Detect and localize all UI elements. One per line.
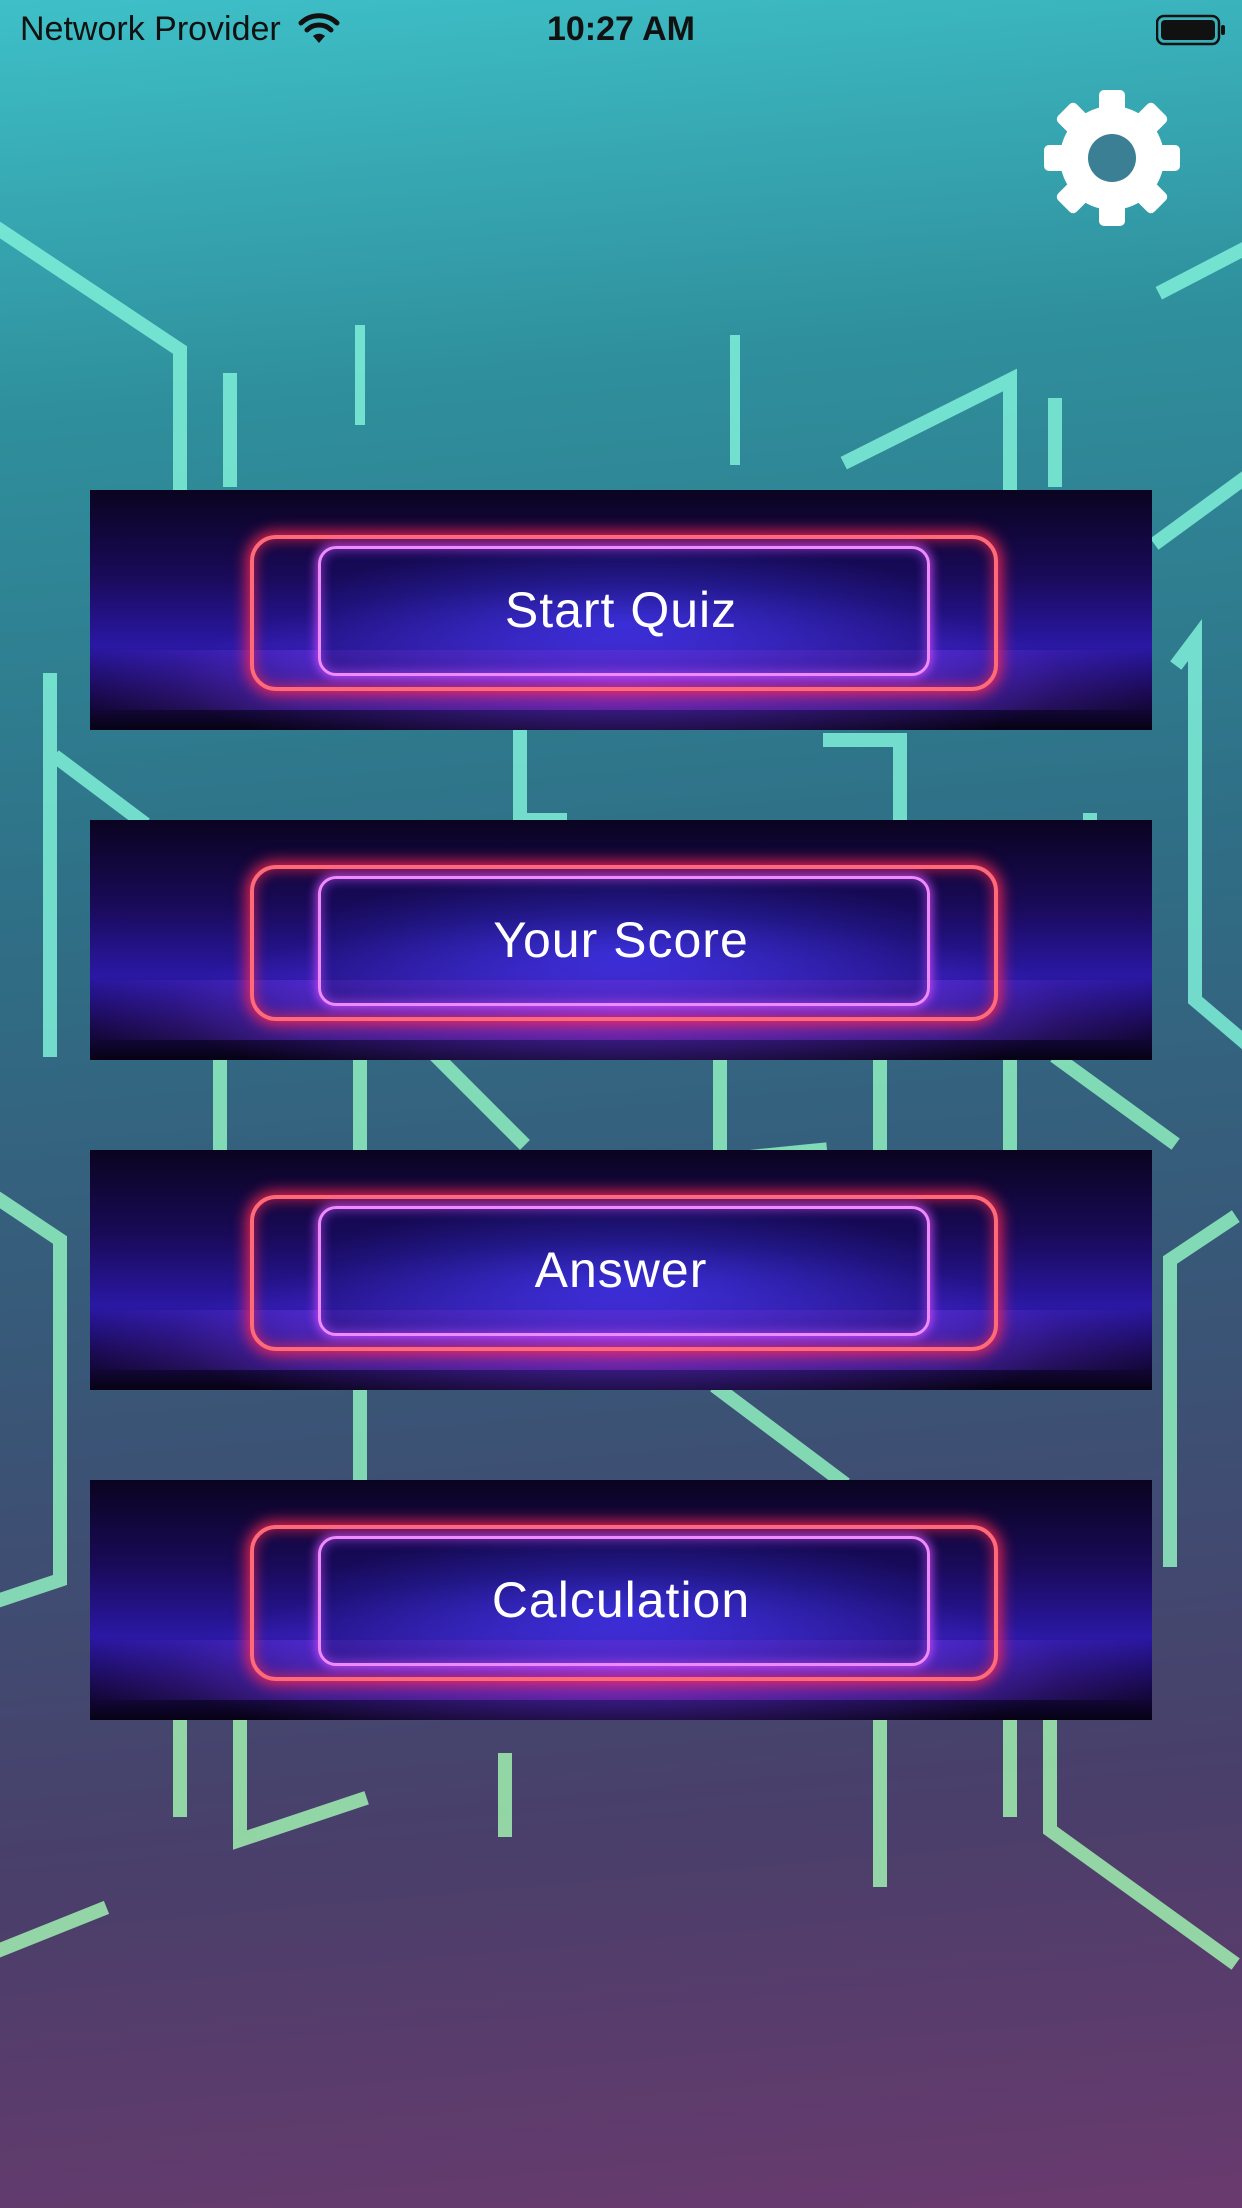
battery-icon (1156, 14, 1225, 46)
status-time: 10:27 AM (546, 10, 696, 48)
your-score-label: Your Score (493, 912, 749, 968)
start-quiz-label: Start Quiz (504, 582, 738, 638)
gear-icon (1044, 90, 1180, 226)
answer-label: Answer (534, 1242, 708, 1298)
calculation-button[interactable]: Calculation (90, 1480, 1152, 1720)
status-bar: Network Provider 10:27 AM (0, 0, 1242, 62)
calculation-label: Calculation (491, 1572, 751, 1628)
settings-button[interactable] (1042, 88, 1182, 228)
start-quiz-button[interactable]: Start Quiz (90, 490, 1152, 730)
main-menu: Start Quiz Your Score Answer Calculation (90, 490, 1152, 1810)
answer-button[interactable]: Answer (90, 1150, 1152, 1390)
your-score-button[interactable]: Your Score (90, 820, 1152, 1060)
